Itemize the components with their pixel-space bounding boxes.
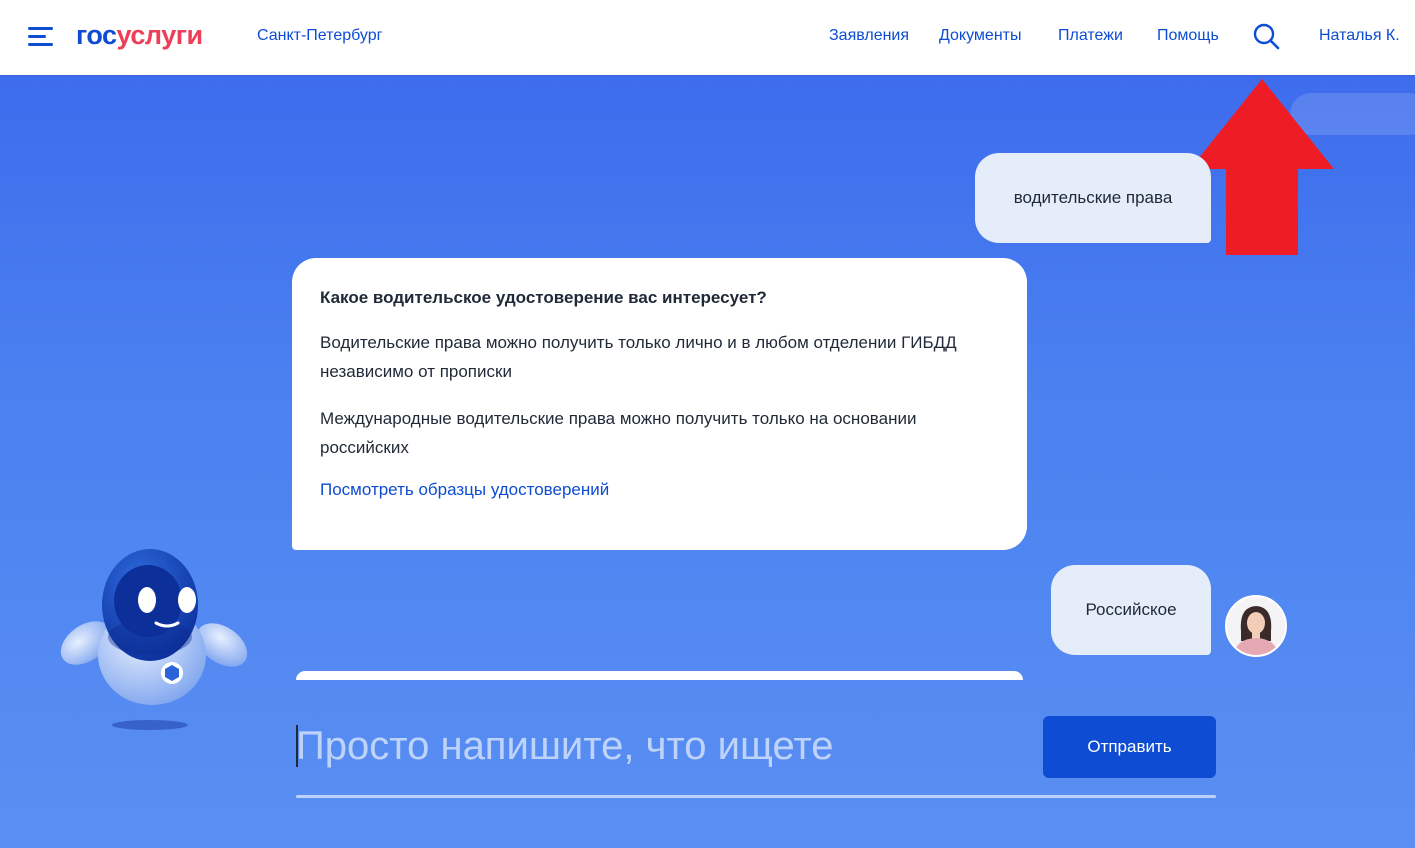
gosuslugi-logo[interactable]: госуслуги [76,20,203,51]
site-header: госуслуги Санкт-Петербург Заявления Доку… [0,0,1415,75]
user-avatar [1225,595,1287,657]
user-message-bubble: Российское [1051,565,1211,655]
menu-icon[interactable] [28,27,53,47]
view-samples-link[interactable]: Посмотреть образцы удостоверений [320,480,609,499]
bot-message-paragraph: Международные водительские права можно п… [320,409,917,457]
nav-platezhi[interactable]: Платежи [1058,27,1123,45]
user-message-text: Российское [1085,600,1177,619]
bot-message-bubble: Какое водительское удостоверение вас инт… [292,258,1027,550]
bot-message-title: Какое водительское удостоверение вас инт… [320,288,767,307]
nav-zayavleniya[interactable]: Заявления [829,27,909,45]
send-button[interactable]: Отправить [1043,716,1216,778]
bot-message-bubble-partial [296,671,1023,680]
user-profile-link[interactable]: Наталья К. [1319,27,1400,45]
input-underline [296,795,1216,798]
user-message-text: водительские права [1013,188,1173,207]
chat-search-input[interactable] [296,716,1016,776]
search-icon[interactable] [1252,22,1280,50]
nav-pomoshch[interactable]: Помощь [1157,27,1219,45]
bot-message-paragraph: Водительские права можно получить только… [320,333,957,381]
region-selector[interactable]: Санкт-Петербург [257,27,382,45]
robot-assistant-illustration [60,549,248,730]
nav-dokumenty[interactable]: Документы [939,27,1021,45]
user-message-bubble: водительские права [975,153,1211,243]
logo-part-uslugi: услуги [116,20,204,50]
logo-part-gos: гос [76,20,117,50]
